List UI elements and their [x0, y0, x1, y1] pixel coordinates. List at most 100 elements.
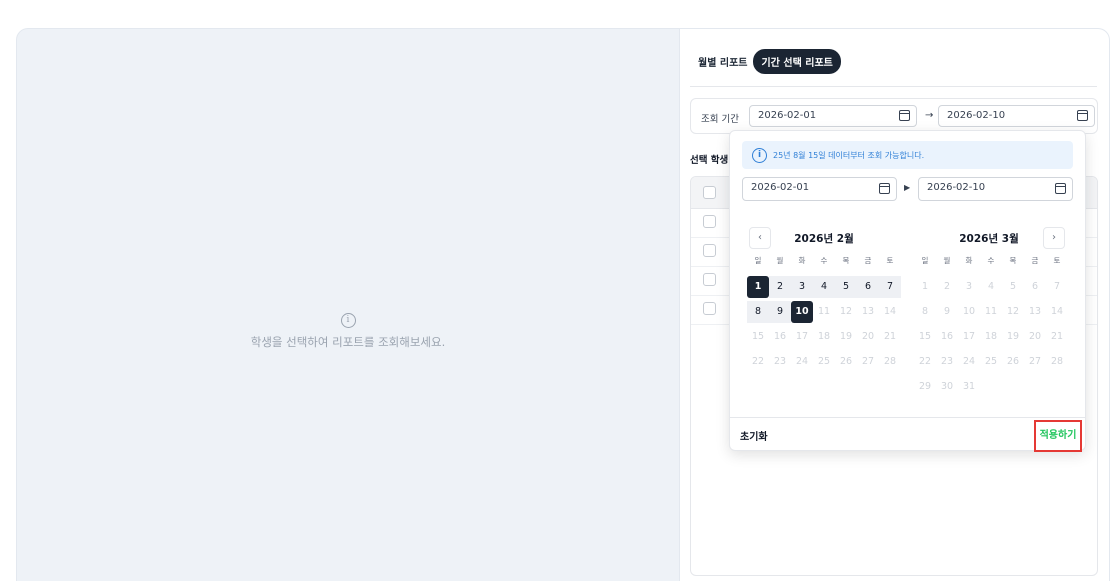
day-cell: 17 [795, 331, 809, 342]
day-cell: 16 [940, 331, 954, 342]
day-cell: 29 [918, 381, 932, 392]
end-date-field[interactable]: 2026-02-10 [938, 105, 1095, 127]
month-title-mar: 2026년 3월 [959, 233, 1019, 245]
day-cell: 12 [1006, 306, 1020, 317]
weekday-label: 금 [1031, 256, 1039, 265]
apply-button[interactable]: 적용하기 [1034, 420, 1082, 452]
tab-period-report[interactable]: 기간 선택 리포트 [753, 49, 841, 74]
day-cell: 15 [751, 331, 765, 342]
day-cell: 25 [817, 356, 831, 367]
weekday-label: 수 [820, 256, 828, 265]
week-row: 8 9 10 11 12 13 14 [914, 301, 1068, 323]
day-cell: 26 [1006, 356, 1020, 367]
empty-state: i 학생을 선택하여 리포트를 조회해보세요. [17, 312, 679, 350]
week-row: 1 2 3 4 5 6 7 [914, 276, 1068, 298]
arrow-right-icon: ▶ [904, 183, 911, 192]
day-cell: 2 [943, 281, 951, 292]
day-cell: 22 [751, 356, 765, 367]
start-date-value: 2026-02-01 [758, 110, 817, 121]
day-cell: 25 [984, 356, 998, 367]
day-cell: 19 [1006, 331, 1020, 342]
day-cell[interactable]: 3 [791, 276, 813, 298]
day-cell: 16 [773, 331, 787, 342]
week-row: 15 16 17 18 19 20 21 [747, 326, 901, 348]
week-row: 8 9 10 11 12 13 14 [747, 301, 901, 323]
week-row: 22 23 24 25 26 27 28 [747, 351, 901, 373]
day-cell: 28 [883, 356, 897, 367]
day-cell: 3 [965, 281, 973, 292]
selected-students-label: 선택 학생 [690, 155, 729, 166]
end-date-value: 2026-02-10 [947, 110, 1006, 121]
day-cell[interactable]: 9 [769, 301, 791, 323]
weekday-label: 목 [1009, 256, 1017, 265]
weekday-label: 일 [921, 256, 929, 265]
weekday-label: 화 [965, 256, 973, 265]
day-cell: 13 [1028, 306, 1042, 317]
week-row: 29 30 31 [914, 376, 980, 398]
day-cell[interactable]: 7 [879, 276, 901, 298]
day-cell: 14 [883, 306, 897, 317]
day-cell: 18 [984, 331, 998, 342]
day-cell: 24 [795, 356, 809, 367]
day-cell: 1 [921, 281, 929, 292]
month-title-feb: 2026년 2월 [794, 233, 854, 245]
start-date-field[interactable]: 2026-02-01 [749, 105, 917, 127]
info-icon: i [752, 147, 767, 163]
report-view-panel: i 학생을 선택하여 리포트를 조회해보세요. [16, 28, 680, 581]
select-all-checkbox[interactable] [703, 186, 716, 199]
day-cell: 30 [940, 381, 954, 392]
weekday-label: 화 [798, 256, 806, 265]
day-cell: 11 [984, 306, 998, 317]
day-cell: 13 [861, 306, 875, 317]
picker-end-date-value: 2026-02-10 [927, 182, 986, 193]
date-range-picker: i 25년 8월 15일 데이터부터 조회 가능합니다. 2026-02-01 … [729, 130, 1086, 452]
tab-monthly-report[interactable]: 월별 리포트 [696, 50, 749, 73]
day-cell: 19 [839, 331, 853, 342]
report-tabs: 월별 리포트 기간 선택 리포트 [696, 49, 841, 74]
day-cell: 27 [861, 356, 875, 367]
info-icon: i [340, 313, 356, 328]
notice-banner: i 25년 8월 15일 데이터부터 조회 가능합니다. [742, 141, 1073, 169]
week-row: 1 2 3 4 5 6 7 [747, 276, 901, 298]
day-cell: 26 [839, 356, 853, 367]
picker-end-date-field[interactable]: 2026-02-10 [918, 177, 1073, 201]
week-row: 22 23 24 25 26 27 28 [914, 351, 1068, 373]
row-checkbox[interactable] [703, 215, 716, 228]
day-cell: 21 [1050, 331, 1064, 342]
weekday-label: 월 [776, 256, 784, 265]
day-cell: 31 [962, 381, 976, 392]
day-cell: 6 [1031, 281, 1039, 292]
divider [690, 86, 1097, 87]
day-cell: 20 [861, 331, 875, 342]
day-cell: 23 [773, 356, 787, 367]
day-cell[interactable]: 4 [813, 276, 835, 298]
row-checkbox[interactable] [703, 244, 716, 257]
period-label: 조회 기간 [701, 114, 739, 125]
day-cell[interactable]: 5 [835, 276, 857, 298]
day-cell: 12 [839, 306, 853, 317]
row-checkbox[interactable] [703, 302, 716, 315]
calendar-icon [1077, 110, 1088, 121]
day-cell: 5 [1009, 281, 1017, 292]
day-cell: 7 [1053, 281, 1061, 292]
row-checkbox[interactable] [703, 273, 716, 286]
day-cell: 28 [1050, 356, 1064, 367]
weekday-label: 금 [864, 256, 872, 265]
day-cell: 17 [962, 331, 976, 342]
day-cell: 22 [918, 356, 932, 367]
picker-start-date-value: 2026-02-01 [751, 182, 810, 193]
weekday-label: 목 [842, 256, 850, 265]
day-cell[interactable]: 10 [791, 301, 813, 323]
picker-start-date-field[interactable]: 2026-02-01 [742, 177, 897, 201]
day-cell: 9 [943, 306, 951, 317]
calendar-icon [899, 110, 910, 121]
day-cell[interactable]: 6 [857, 276, 879, 298]
day-cell: 8 [921, 306, 929, 317]
day-cell[interactable]: 1 [747, 276, 769, 298]
day-cell[interactable]: 2 [769, 276, 791, 298]
day-cell[interactable]: 8 [747, 301, 769, 323]
weekday-label: 월 [943, 256, 951, 265]
weekday-row-mar: 일 월 화 수 목 금 토 [914, 255, 1068, 266]
reset-button[interactable]: 초기화 [740, 428, 768, 443]
day-cell: 20 [1028, 331, 1042, 342]
